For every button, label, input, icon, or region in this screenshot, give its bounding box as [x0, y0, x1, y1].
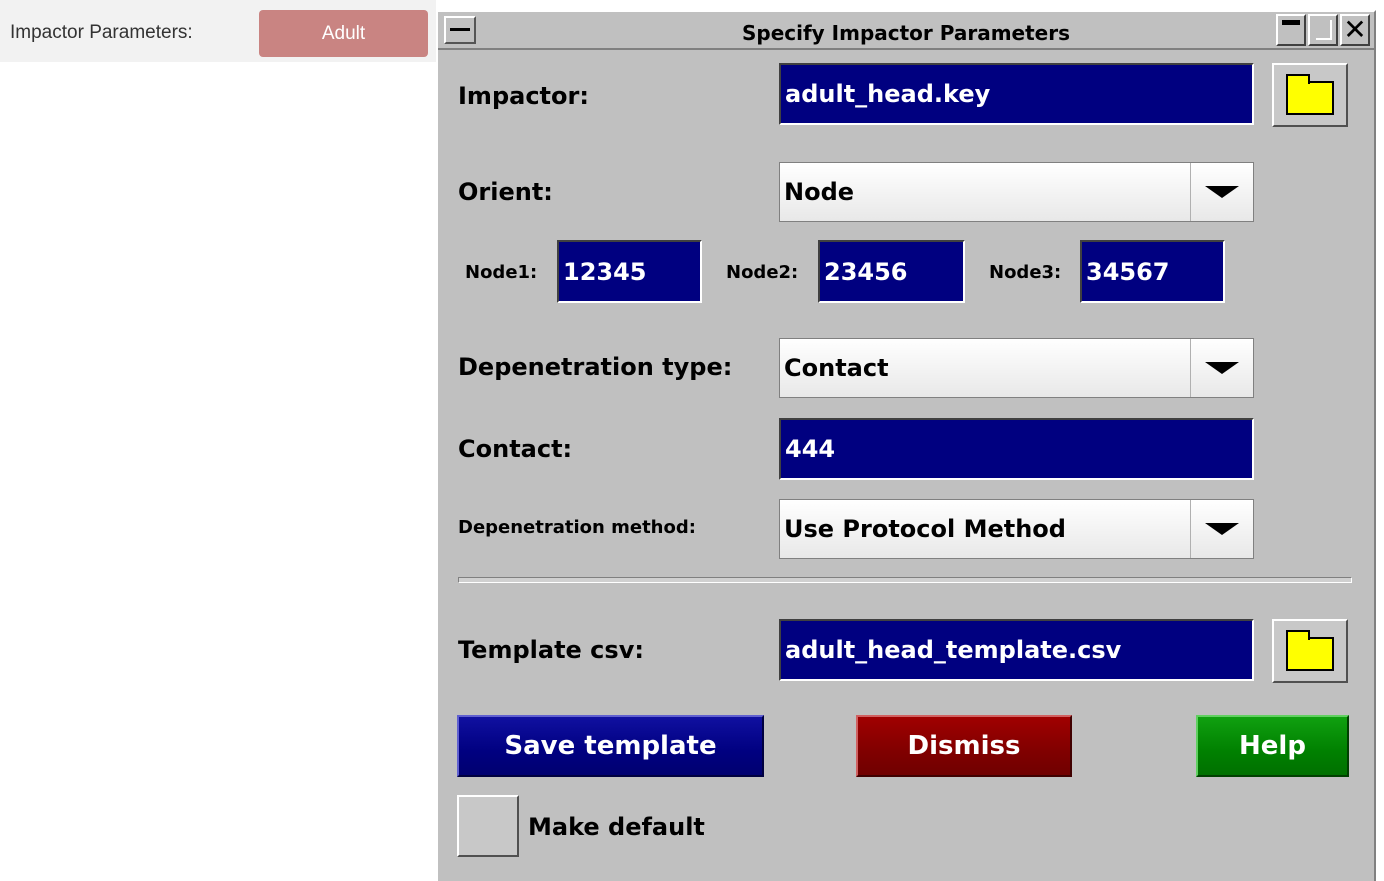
contact-field[interactable]: 444 [779, 418, 1254, 480]
node1-field[interactable]: 12345 [557, 240, 702, 303]
maximize-button[interactable] [1308, 14, 1338, 46]
template-browse-button[interactable] [1272, 619, 1348, 683]
dialog-titlebar[interactable]: Specify Impactor Parameters ✕ [438, 12, 1374, 50]
window-controls: ✕ [1276, 14, 1370, 46]
close-button[interactable]: ✕ [1340, 14, 1370, 46]
depenetration-type-value: Contact [784, 354, 889, 382]
make-default-checkbox[interactable] [457, 795, 519, 857]
dismiss-button[interactable]: Dismiss [856, 715, 1072, 777]
minimize-button[interactable] [1276, 14, 1306, 46]
template-csv-label: Template csv: [458, 636, 644, 664]
make-default-label: Make default [528, 813, 705, 841]
depenetration-type-label: Depenetration type: [458, 353, 733, 381]
node1-label: Node1: [465, 262, 538, 283]
node3-label: Node3: [989, 262, 1062, 283]
contact-label: Contact: [458, 435, 573, 463]
impactor-browse-button[interactable] [1272, 63, 1348, 127]
orient-label: Orient: [458, 178, 553, 206]
depenetration-type-dropdown[interactable]: Contact [779, 338, 1254, 398]
chevron-down-icon[interactable] [1190, 500, 1253, 558]
separator [458, 577, 1352, 583]
specify-impactor-dialog: Specify Impactor Parameters ✕ Impactor: … [436, 10, 1376, 881]
impactor-field[interactable]: adult_head.key [779, 63, 1254, 125]
help-button[interactable]: Help [1196, 715, 1349, 777]
depenetration-method-label: Depenetration method: [458, 517, 696, 538]
impactor-parameters-label: Impactor Parameters: [10, 22, 193, 43]
template-csv-field[interactable]: adult_head_template.csv [779, 619, 1254, 681]
chevron-down-icon[interactable] [1190, 339, 1253, 397]
close-icon: ✕ [1343, 13, 1367, 46]
save-template-button[interactable]: Save template [457, 715, 764, 777]
depenetration-method-dropdown[interactable]: Use Protocol Method [779, 499, 1254, 559]
host-panel: Impactor Parameters: Adult [0, 0, 436, 62]
folder-icon [1286, 630, 1334, 671]
dialog-title: Specify Impactor Parameters [741, 21, 1071, 45]
orient-value: Node [784, 178, 855, 206]
folder-icon [1286, 74, 1334, 115]
node2-label: Node2: [726, 262, 799, 283]
node2-field[interactable]: 23456 [818, 240, 965, 303]
orient-dropdown[interactable]: Node [779, 162, 1254, 222]
node3-field[interactable]: 34567 [1080, 240, 1225, 303]
impactor-label: Impactor: [458, 82, 589, 110]
depenetration-method-value: Use Protocol Method [784, 515, 1066, 543]
chevron-down-icon[interactable] [1190, 163, 1253, 221]
impactor-type-button[interactable]: Adult [259, 10, 428, 57]
